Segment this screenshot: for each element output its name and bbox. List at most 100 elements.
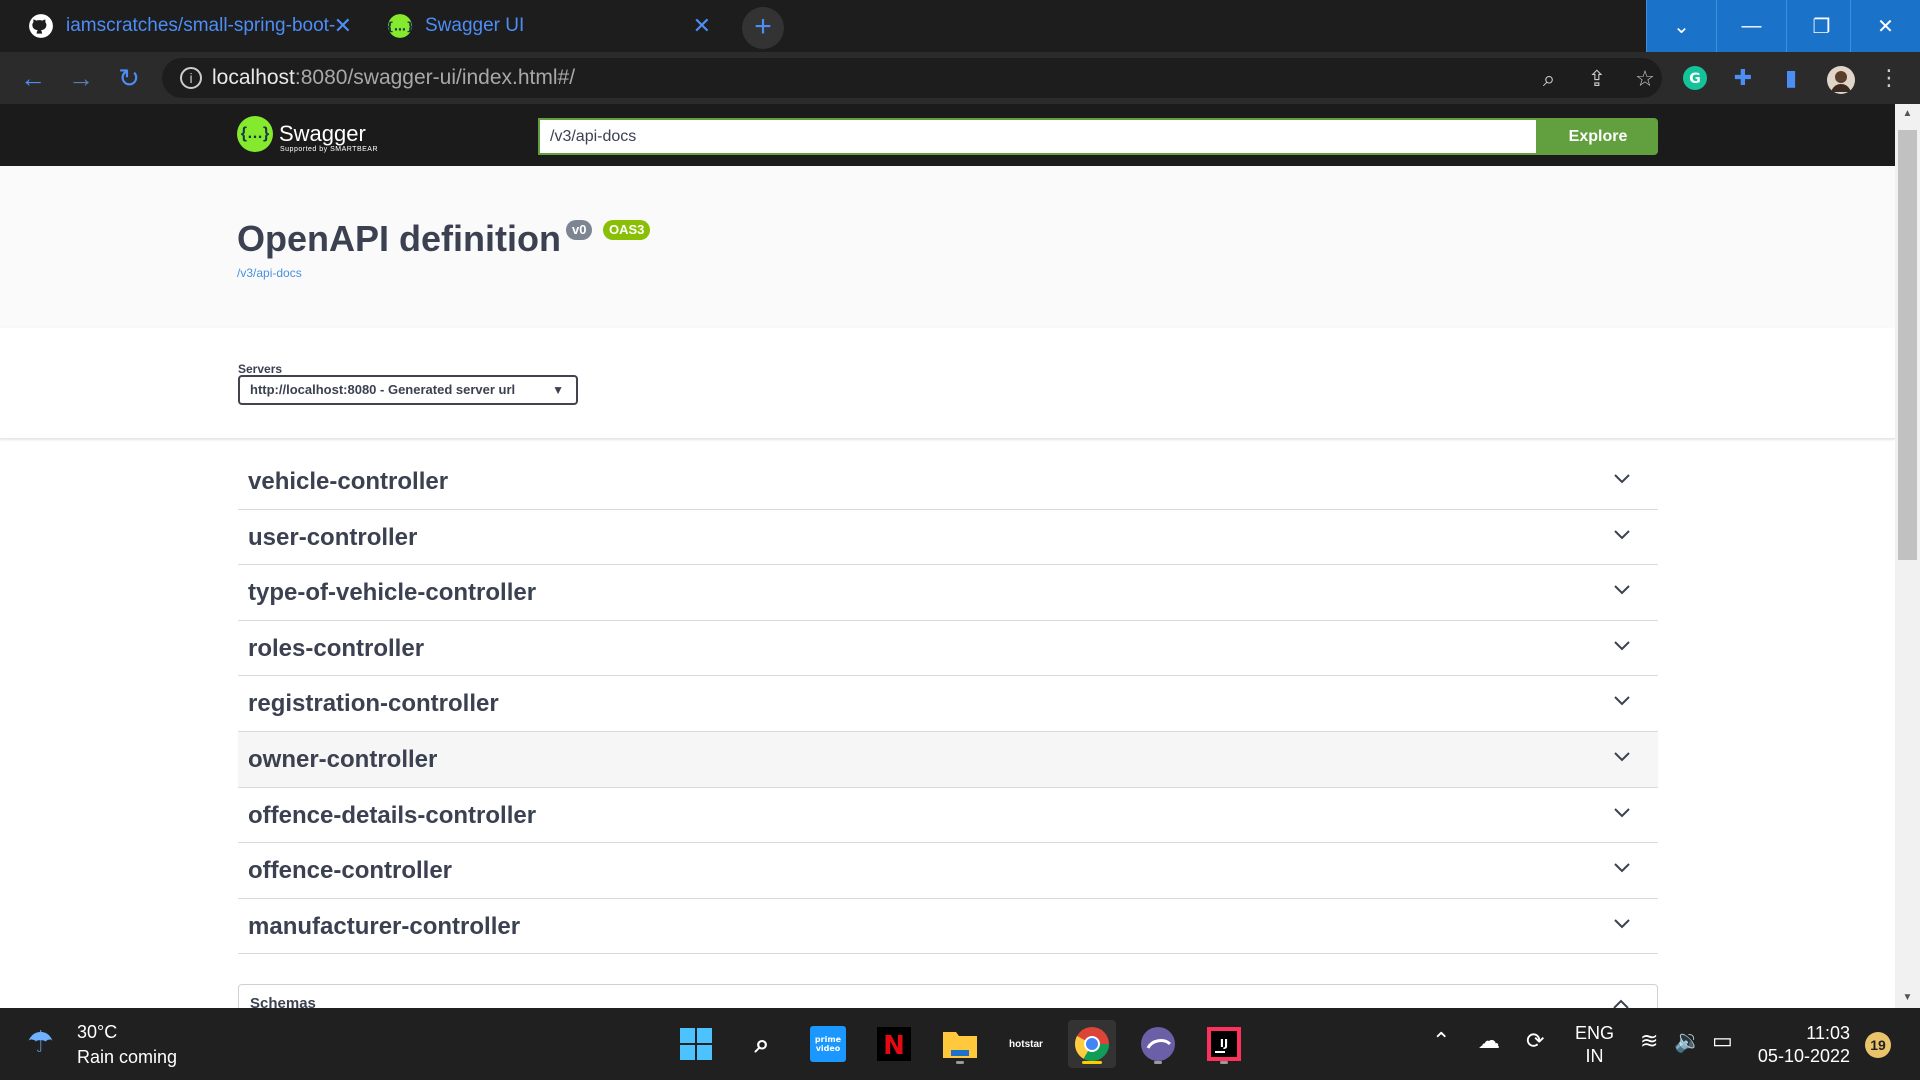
spec-url-input[interactable]: /v3/api-docs <box>538 118 1538 155</box>
controller-name: registration-controller <box>248 690 499 718</box>
swagger-logo-sub: Supported by SMARTBEAR <box>280 146 379 153</box>
chevron-down-icon <box>1614 863 1630 873</box>
page-title: OpenAPI definition <box>237 218 561 259</box>
running-indicator <box>1220 1061 1228 1064</box>
servers-label: Servers <box>238 362 283 376</box>
tab-close-icon[interactable]: ✕ <box>334 13 352 39</box>
controller-owner[interactable]: owner-controller <box>238 731 1658 788</box>
tab-close-icon[interactable]: ✕ <box>693 13 711 39</box>
tab-swagger[interactable]: {…} Swagger UI ✕ <box>373 0 725 52</box>
url-text[interactable]: localhost:8080/swagger-ui/index.html#/ <box>212 66 575 90</box>
controller-name: offence-controller <box>248 857 453 885</box>
share-icon[interactable]: ⇪ <box>1584 66 1610 92</box>
controller-name: roles-controller <box>248 634 425 662</box>
grammarly-icon[interactable]: G <box>1682 65 1708 91</box>
chevron-down-icon <box>1614 529 1630 540</box>
back-arrow-icon[interactable]: ← <box>18 63 48 93</box>
servers-section: Servers http://localhost:8080 - Generate… <box>0 328 1895 439</box>
sync-icon[interactable]: ⟳ <box>1526 1028 1544 1054</box>
minimize-button[interactable]: — <box>1716 0 1786 52</box>
address-bar: ← → ↻ i localhost:8080/swagger-ui/index.… <box>0 52 1920 104</box>
language-region: IN <box>1585 1046 1604 1066</box>
notification-badge[interactable]: 19 <box>1865 1032 1891 1058</box>
weather-desc: Rain coming <box>77 1047 178 1067</box>
site-info-icon[interactable]: i <box>180 67 202 89</box>
controller-name: owner-controller <box>248 745 438 773</box>
svg-text:N: N <box>883 1031 905 1061</box>
api-docs-link[interactable]: /v3/api-docs <box>237 266 302 280</box>
controller-name: vehicle-controller <box>248 468 449 495</box>
page-scrollbar[interactable]: ▲ ▼ <box>1895 104 1920 1008</box>
svg-text:video: video <box>816 1044 841 1053</box>
prime-video-icon[interactable]: prime video <box>804 1020 852 1068</box>
running-indicator <box>1082 1061 1102 1064</box>
scroll-down-arrow-icon[interactable]: ▼ <box>1895 988 1920 1008</box>
running-indicator <box>956 1061 964 1064</box>
netflix-icon[interactable]: N <box>870 1020 918 1068</box>
controller-offence[interactable]: offence-controller <box>238 843 1658 899</box>
controller-roles[interactable]: roles-controller <box>238 621 1658 677</box>
system-clock[interactable]: 11:03 05-10-2022 <box>1750 1022 1850 1068</box>
swagger-logo[interactable]: {…} Swagger Supported by SMARTBEAR <box>237 116 378 153</box>
side-panel-icon[interactable]: ▮ <box>1778 65 1804 91</box>
onedrive-cloud-icon[interactable]: ☁ <box>1478 1028 1500 1054</box>
disney-hotstar-icon[interactable]: hotstar <box>1002 1020 1050 1068</box>
profile-avatar[interactable] <box>1826 65 1855 94</box>
start-icon[interactable] <box>672 1020 720 1068</box>
controller-manufacturer[interactable]: manufacturer-controller <box>238 899 1658 955</box>
language-code: ENG <box>1575 1023 1615 1043</box>
controller-vehicle[interactable]: vehicle-controller <box>238 454 1658 510</box>
browser-menu-icon[interactable]: ⋮ <box>1876 65 1902 91</box>
tray-overflow-chevron-icon[interactable]: ⌃ <box>1432 1028 1450 1054</box>
chevron-up-icon <box>1613 999 1629 1008</box>
api-info: OpenAPI definition v0 OAS3 /v3/api-docs <box>0 166 1895 328</box>
extensions-puzzle-icon[interactable]: ✚ <box>1730 65 1756 91</box>
controller-name: type-of-vehicle-controller <box>248 579 537 607</box>
browser-tab-bar: iamscratches/small-spring-boot- ✕ {…} Sw… <box>0 0 1920 52</box>
restore-button[interactable]: ❐ <box>1786 0 1856 52</box>
explore-button[interactable]: Explore <box>1538 118 1658 155</box>
swagger-logo-text: Swagger <box>279 121 366 146</box>
new-tab-button[interactable]: + <box>742 7 784 49</box>
scroll-up-arrow-icon[interactable]: ▲ <box>1895 104 1920 124</box>
controller-name: user-controller <box>248 523 418 551</box>
scrollbar-thumb[interactable] <box>1898 130 1917 560</box>
controller-registration[interactable]: registration-controller <box>238 676 1658 732</box>
wifi-icon[interactable]: ≋ <box>1640 1028 1658 1054</box>
schemas-label: Schemas <box>250 995 316 1008</box>
volume-icon[interactable]: 🔉 <box>1674 1028 1701 1054</box>
intellij-icon[interactable]: IJ <box>1200 1020 1248 1068</box>
svg-text:prime: prime <box>815 1035 842 1044</box>
chrome-icon[interactable] <box>1068 1020 1116 1068</box>
version-badge: v0 <box>566 220 593 240</box>
controller-name: manufacturer-controller <box>248 912 521 940</box>
url-host: localhost <box>212 66 295 89</box>
browser-app-icon[interactable] <box>1134 1020 1182 1068</box>
controller-list: vehicle-controller user-controller type-… <box>238 454 1658 955</box>
controller-offence-details[interactable]: offence-details-controller <box>238 788 1658 844</box>
url-omnibox[interactable]: i localhost:8080/swagger-ui/index.html#/… <box>162 58 1662 98</box>
bookmark-star-icon[interactable]: ☆ <box>1632 66 1658 92</box>
file-explorer-icon[interactable] <box>936 1020 984 1068</box>
swagger-topbar: {…} Swagger Supported by SMARTBEAR /v3/a… <box>0 104 1895 166</box>
close-window-button[interactable]: ✕ <box>1850 0 1920 52</box>
controller-user[interactable]: user-controller <box>238 510 1658 566</box>
servers-select[interactable]: http://localhost:8080 - Generated server… <box>238 375 578 405</box>
language-indicator[interactable]: ENG IN <box>1575 1022 1614 1068</box>
reload-icon[interactable]: ↻ <box>114 63 144 93</box>
svg-text:{…}: {…} <box>387 19 413 33</box>
zoom-icon[interactable]: ⌕ <box>1536 66 1562 92</box>
controller-name: offence-details-controller <box>248 801 537 829</box>
rain-umbrella-icon: ☂ <box>27 1026 54 1059</box>
tab-github[interactable]: iamscratches/small-spring-boot- ✕ <box>14 0 366 52</box>
forward-arrow-icon[interactable]: → <box>66 63 96 93</box>
battery-icon[interactable]: ▭ <box>1712 1028 1733 1054</box>
weather-widget[interactable]: ☂ 30°C Rain coming <box>27 1020 177 1070</box>
chevron-down-icon <box>1614 919 1630 929</box>
chevron-down-icon[interactable]: ⌄ <box>1646 0 1716 52</box>
search-icon[interactable]: ⌕ <box>738 1020 786 1068</box>
clock-date: 05-10-2022 <box>1757 1046 1850 1066</box>
schemas-section[interactable]: Schemas <box>238 984 1658 1008</box>
controller-type-of-vehicle[interactable]: type-of-vehicle-controller <box>238 565 1658 621</box>
clock-time: 11:03 <box>1806 1023 1850 1043</box>
